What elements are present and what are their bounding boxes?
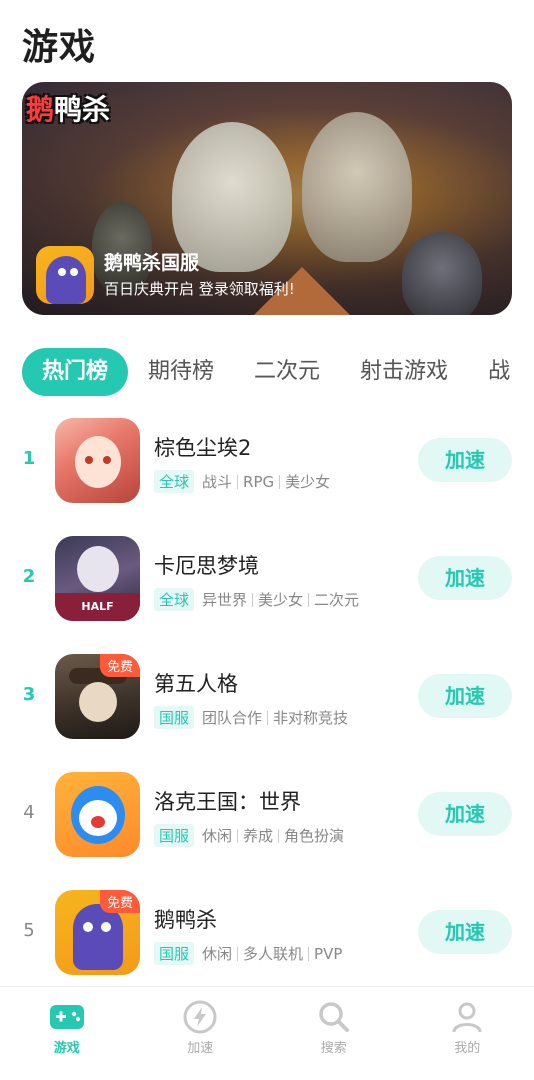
banner-character-art xyxy=(302,112,412,262)
banner-game-logo: 鹅鸭杀 xyxy=(26,93,111,126)
free-badge: 免费 xyxy=(99,654,140,677)
bottom-nav: 游戏 加速 搜索 我的 xyxy=(0,986,534,1080)
lightning-icon xyxy=(183,1000,217,1034)
accelerate-button[interactable]: 加速 xyxy=(418,910,512,954)
genre-tag: 养成 xyxy=(243,827,274,845)
genre-tag: 角色扮演 xyxy=(284,827,345,845)
game-list-item[interactable]: 1 棕色尘埃2 全球 战斗 RPG 美少女 加速 xyxy=(0,418,534,508)
genre-tag: 战斗 xyxy=(202,473,233,491)
game-name: 卡厄思梦境 xyxy=(154,554,259,578)
game-icon xyxy=(55,772,140,857)
nav-label: 我的 xyxy=(454,1041,481,1056)
game-icon: 免费 xyxy=(55,890,140,975)
banner-character-art xyxy=(402,232,482,315)
free-badge: 免费 xyxy=(99,890,140,913)
rank-number: 3 xyxy=(22,684,36,705)
rank-number: 4 xyxy=(23,802,35,823)
nav-label: 搜索 xyxy=(320,1041,347,1056)
game-icon xyxy=(55,418,140,503)
tab-war[interactable]: 战 xyxy=(488,348,510,396)
game-name: 第五人格 xyxy=(154,672,238,696)
nav-games[interactable]: 游戏 xyxy=(0,987,134,1080)
accelerate-button[interactable]: 加速 xyxy=(418,438,512,482)
game-icon: HALF xyxy=(55,536,140,621)
nav-profile[interactable]: 我的 xyxy=(401,987,534,1080)
banner-app-icon xyxy=(36,246,94,304)
game-name: 鹅鸭杀 xyxy=(154,908,217,932)
tab-shooter[interactable]: 射击游戏 xyxy=(360,348,448,396)
genre-tag: 休闲 xyxy=(202,945,233,963)
banner-subtitle: 百日庆典开启 登录领取福利! xyxy=(104,280,295,298)
region-badge: 国服 xyxy=(154,942,195,965)
tab-hot[interactable]: 热门榜 xyxy=(22,348,129,396)
nav-label: 加速 xyxy=(187,1041,214,1056)
nav-label: 游戏 xyxy=(53,1041,80,1056)
genre-tag: RPG xyxy=(243,472,275,491)
accelerate-button[interactable]: 加速 xyxy=(418,556,512,600)
genre-tag: 美少女 xyxy=(258,591,304,609)
rank-number: 2 xyxy=(22,566,36,587)
game-tags: 全球 异世界 美少女 二次元 xyxy=(154,588,359,611)
user-icon xyxy=(452,1002,482,1033)
region-badge: 全球 xyxy=(154,470,195,493)
rank-number: 1 xyxy=(22,448,36,469)
game-list-item[interactable]: 5 免费 鹅鸭杀 国服 休闲 多人联机 PVP 加速 xyxy=(0,890,534,980)
page-title: 游戏 xyxy=(22,27,97,68)
category-tabs: 热门榜 期待榜 二次元 射击游戏 战 xyxy=(22,348,534,396)
nav-search[interactable]: 搜索 xyxy=(267,987,401,1080)
accelerate-button[interactable]: 加速 xyxy=(418,674,512,718)
tab-anticipated[interactable]: 期待榜 xyxy=(148,348,214,396)
game-tags: 国服 休闲 多人联机 PVP xyxy=(154,942,342,965)
search-icon xyxy=(319,1002,349,1032)
game-list-item[interactable]: 4 洛克王国：世界 国服 休闲 养成 角色扮演 加速 xyxy=(0,772,534,862)
game-name: 棕色尘埃2 xyxy=(154,436,252,460)
banner-title: 鹅鸭杀国服 xyxy=(104,252,200,274)
rank-number: 5 xyxy=(23,920,35,941)
genre-tag: 多人联机 xyxy=(243,945,304,963)
nav-accelerate[interactable]: 加速 xyxy=(134,987,268,1080)
accelerate-button[interactable]: 加速 xyxy=(418,792,512,836)
game-tags: 全球 战斗 RPG 美少女 xyxy=(154,470,330,493)
genre-tag: 团队合作 xyxy=(202,709,263,727)
genre-tag: 异世界 xyxy=(202,591,248,609)
genre-tag: 二次元 xyxy=(314,591,360,609)
game-name: 洛克王国：世界 xyxy=(154,790,301,814)
region-badge: 全球 xyxy=(154,588,195,611)
game-tags: 国服 休闲 养成 角色扮演 xyxy=(154,824,344,847)
genre-tag: 非对称竞技 xyxy=(273,709,349,727)
game-list-item[interactable]: 2 HALF 卡厄思梦境 全球 异世界 美少女 二次元 加速 xyxy=(0,536,534,626)
region-badge: 国服 xyxy=(154,706,195,729)
promo-banner[interactable]: 鹅鸭杀 鹅鸭杀国服 百日庆典开启 登录领取福利! xyxy=(22,82,512,315)
genre-tag: PVP xyxy=(314,944,343,963)
game-tags: 国服 团队合作 非对称竞技 xyxy=(154,706,348,729)
game-icon: 免费 xyxy=(55,654,140,739)
genre-tag: 美少女 xyxy=(285,473,331,491)
tab-anime[interactable]: 二次元 xyxy=(254,348,320,396)
game-list-item[interactable]: 3 免费 第五人格 国服 团队合作 非对称竞技 加速 xyxy=(0,654,534,744)
genre-tag: 休闲 xyxy=(202,827,233,845)
region-badge: 国服 xyxy=(154,824,195,847)
gamepad-icon xyxy=(49,1005,84,1029)
